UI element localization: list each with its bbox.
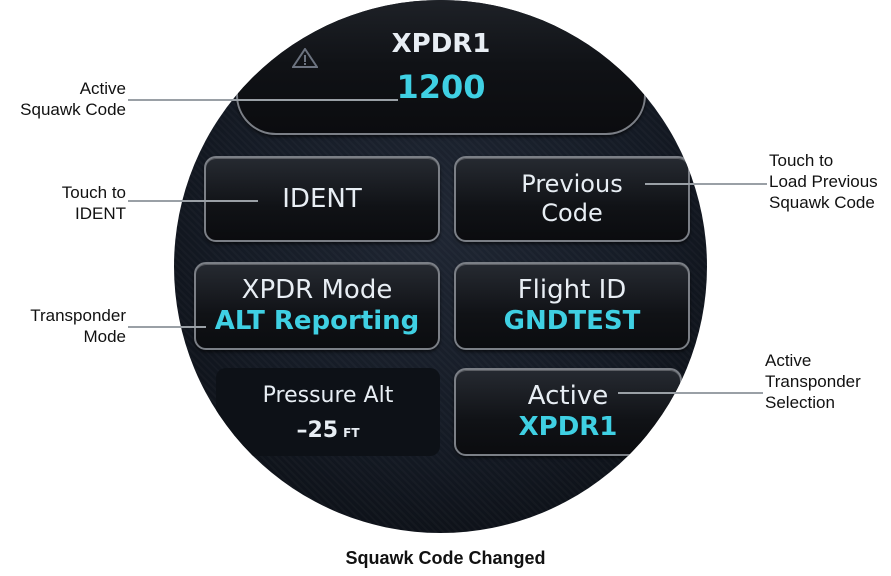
xpdr-title: XPDR1 [391,28,491,59]
callout-active-squawk-line2: Squawk Code [20,100,126,119]
flight-id-value: GNDTEST [503,306,641,336]
callout-touch-ident-line1: Touch to [61,183,126,202]
active-transponder-button[interactable]: Active XPDR1 [454,368,682,456]
leader-transponder-mode [128,326,206,328]
callout-active-transponder-line3: Selection [765,393,835,412]
callout-load-previous-line1: Touch to [769,151,834,170]
callout-touch-ident: Touch to IDENT [0,182,126,224]
xpdr-mode-button[interactable]: XPDR Mode ALT Reporting [194,262,440,350]
previous-code-line2: Code [541,199,603,227]
ident-label: IDENT [282,183,362,214]
flight-id-label: Flight ID [517,275,627,305]
callout-transponder-mode-line2: Mode [83,327,126,346]
callout-active-squawk: Active Squawk Code [0,78,126,120]
callout-active-transponder-line1: Active [765,351,812,370]
active-transponder-label: Active [527,381,609,411]
callout-load-previous-line2: Load Previous [769,172,878,191]
previous-code-line1: Previous [521,170,623,198]
leader-active-squawk [128,99,398,101]
xpdr-mode-value: ALT Reporting [214,306,420,336]
leader-touch-ident [128,200,258,202]
leader-load-previous [645,183,767,185]
leader-active-transponder [618,392,763,394]
callout-active-transponder-line2: Transponder [765,372,861,391]
callout-touch-ident-line2: IDENT [75,204,126,223]
transponder-panel: XPDR1 1200 IDENT Previous Code XPDR Mode… [174,0,707,533]
callout-transponder-mode-line1: Transponder [30,306,126,325]
pressure-alt-readout: –25 FT [296,418,359,443]
active-squawk-code: 1200 [396,67,486,106]
active-transponder-value: XPDR1 [518,412,618,442]
pressure-alt-unit: FT [343,425,360,440]
ident-button[interactable]: IDENT [204,156,440,242]
previous-code-button[interactable]: Previous Code [454,156,690,242]
flight-id-button[interactable]: Flight ID GNDTEST [454,262,690,350]
callout-active-squawk-line1: Active [79,79,126,98]
pressure-alt-display: Pressure Alt –25 FT [216,368,440,456]
pressure-alt-label: Pressure Alt [262,382,394,408]
warning-icon [292,48,318,68]
pressure-alt-value: –25 [296,417,339,443]
callout-load-previous-line3: Squawk Code [769,193,875,212]
callout-load-previous: Touch to Load Previous Squawk Code [769,150,891,213]
callout-active-transponder: Active Transponder Selection [765,350,891,413]
callout-transponder-mode: Transponder Mode [0,305,126,347]
xpdr-mode-label: XPDR Mode [241,275,393,305]
figure-caption: Squawk Code Changed [345,548,546,568]
